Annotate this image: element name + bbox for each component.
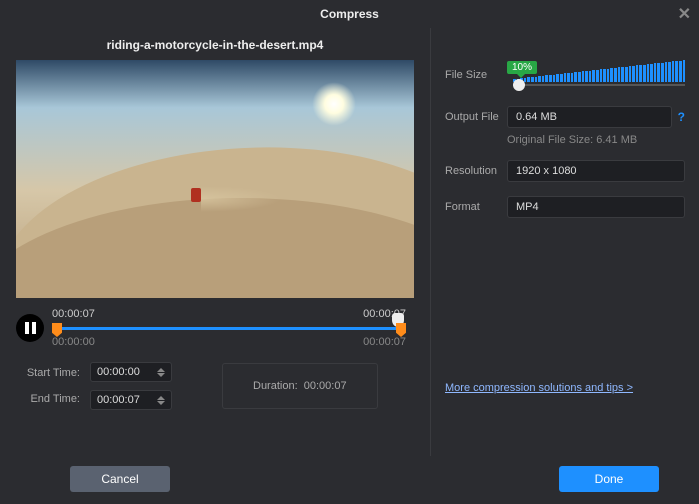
resolution-label: Resolution [445, 165, 507, 177]
filesize-slider[interactable]: 10% [507, 58, 685, 92]
format-label: Format [445, 201, 507, 213]
duration-display: Duration: 00:00:07 [222, 363, 378, 409]
scale-end: 00:00:07 [363, 336, 406, 348]
filesize-label: File Size [445, 69, 507, 81]
resolution-select[interactable]: 1920 x 1080 [507, 160, 685, 182]
settings-panel: File Size 10% Output File 0.64 MB ? Orig… [430, 28, 699, 456]
cancel-button[interactable]: Cancel [70, 466, 170, 492]
output-label: Output File [445, 111, 507, 123]
filesize-percent-badge: 10% [507, 61, 537, 74]
format-value: MP4 [516, 201, 539, 213]
pause-button[interactable] [16, 314, 44, 342]
end-time-label: End Time: [16, 393, 80, 405]
duration-label: Duration: [253, 380, 298, 392]
video-preview[interactable] [16, 60, 414, 298]
original-size-hint: Original File Size: 6.41 MB [507, 134, 685, 146]
format-select[interactable]: MP4 [507, 196, 685, 218]
start-time-stepper[interactable] [157, 368, 165, 377]
trim-end-handle[interactable] [396, 323, 406, 337]
current-time: 00:00:07 [52, 308, 95, 320]
output-file-field[interactable]: 0.64 MB [507, 106, 672, 128]
scale-start: 00:00:00 [52, 336, 95, 348]
timeline-track[interactable] [52, 323, 406, 333]
start-time-value: 00:00:00 [97, 366, 140, 378]
duration-value: 00:00:07 [304, 380, 347, 392]
output-file-value: 0.64 MB [516, 111, 557, 123]
more-tips-link[interactable]: More compression solutions and tips > [445, 382, 633, 394]
end-time-input[interactable]: 00:00:07 [90, 390, 172, 410]
end-time-stepper[interactable] [157, 396, 165, 405]
done-button[interactable]: Done [559, 466, 659, 492]
title-bar: Compress ✕ [0, 0, 699, 28]
file-name: riding-a-motorcycle-in-the-desert.mp4 [16, 38, 414, 52]
preview-panel: riding-a-motorcycle-in-the-desert.mp4 00… [0, 28, 430, 456]
start-time-label: Start Time: [16, 367, 80, 379]
filesize-thumb[interactable] [513, 79, 525, 91]
resolution-value: 1920 x 1080 [516, 165, 577, 177]
trim-start-handle[interactable] [52, 323, 62, 337]
help-icon[interactable]: ? [678, 110, 685, 124]
start-time-input[interactable]: 00:00:00 [90, 362, 172, 382]
pause-icon [25, 322, 36, 334]
end-time-value: 00:00:07 [97, 394, 140, 406]
close-icon[interactable]: ✕ [678, 4, 691, 24]
dialog-title: Compress [320, 7, 379, 21]
